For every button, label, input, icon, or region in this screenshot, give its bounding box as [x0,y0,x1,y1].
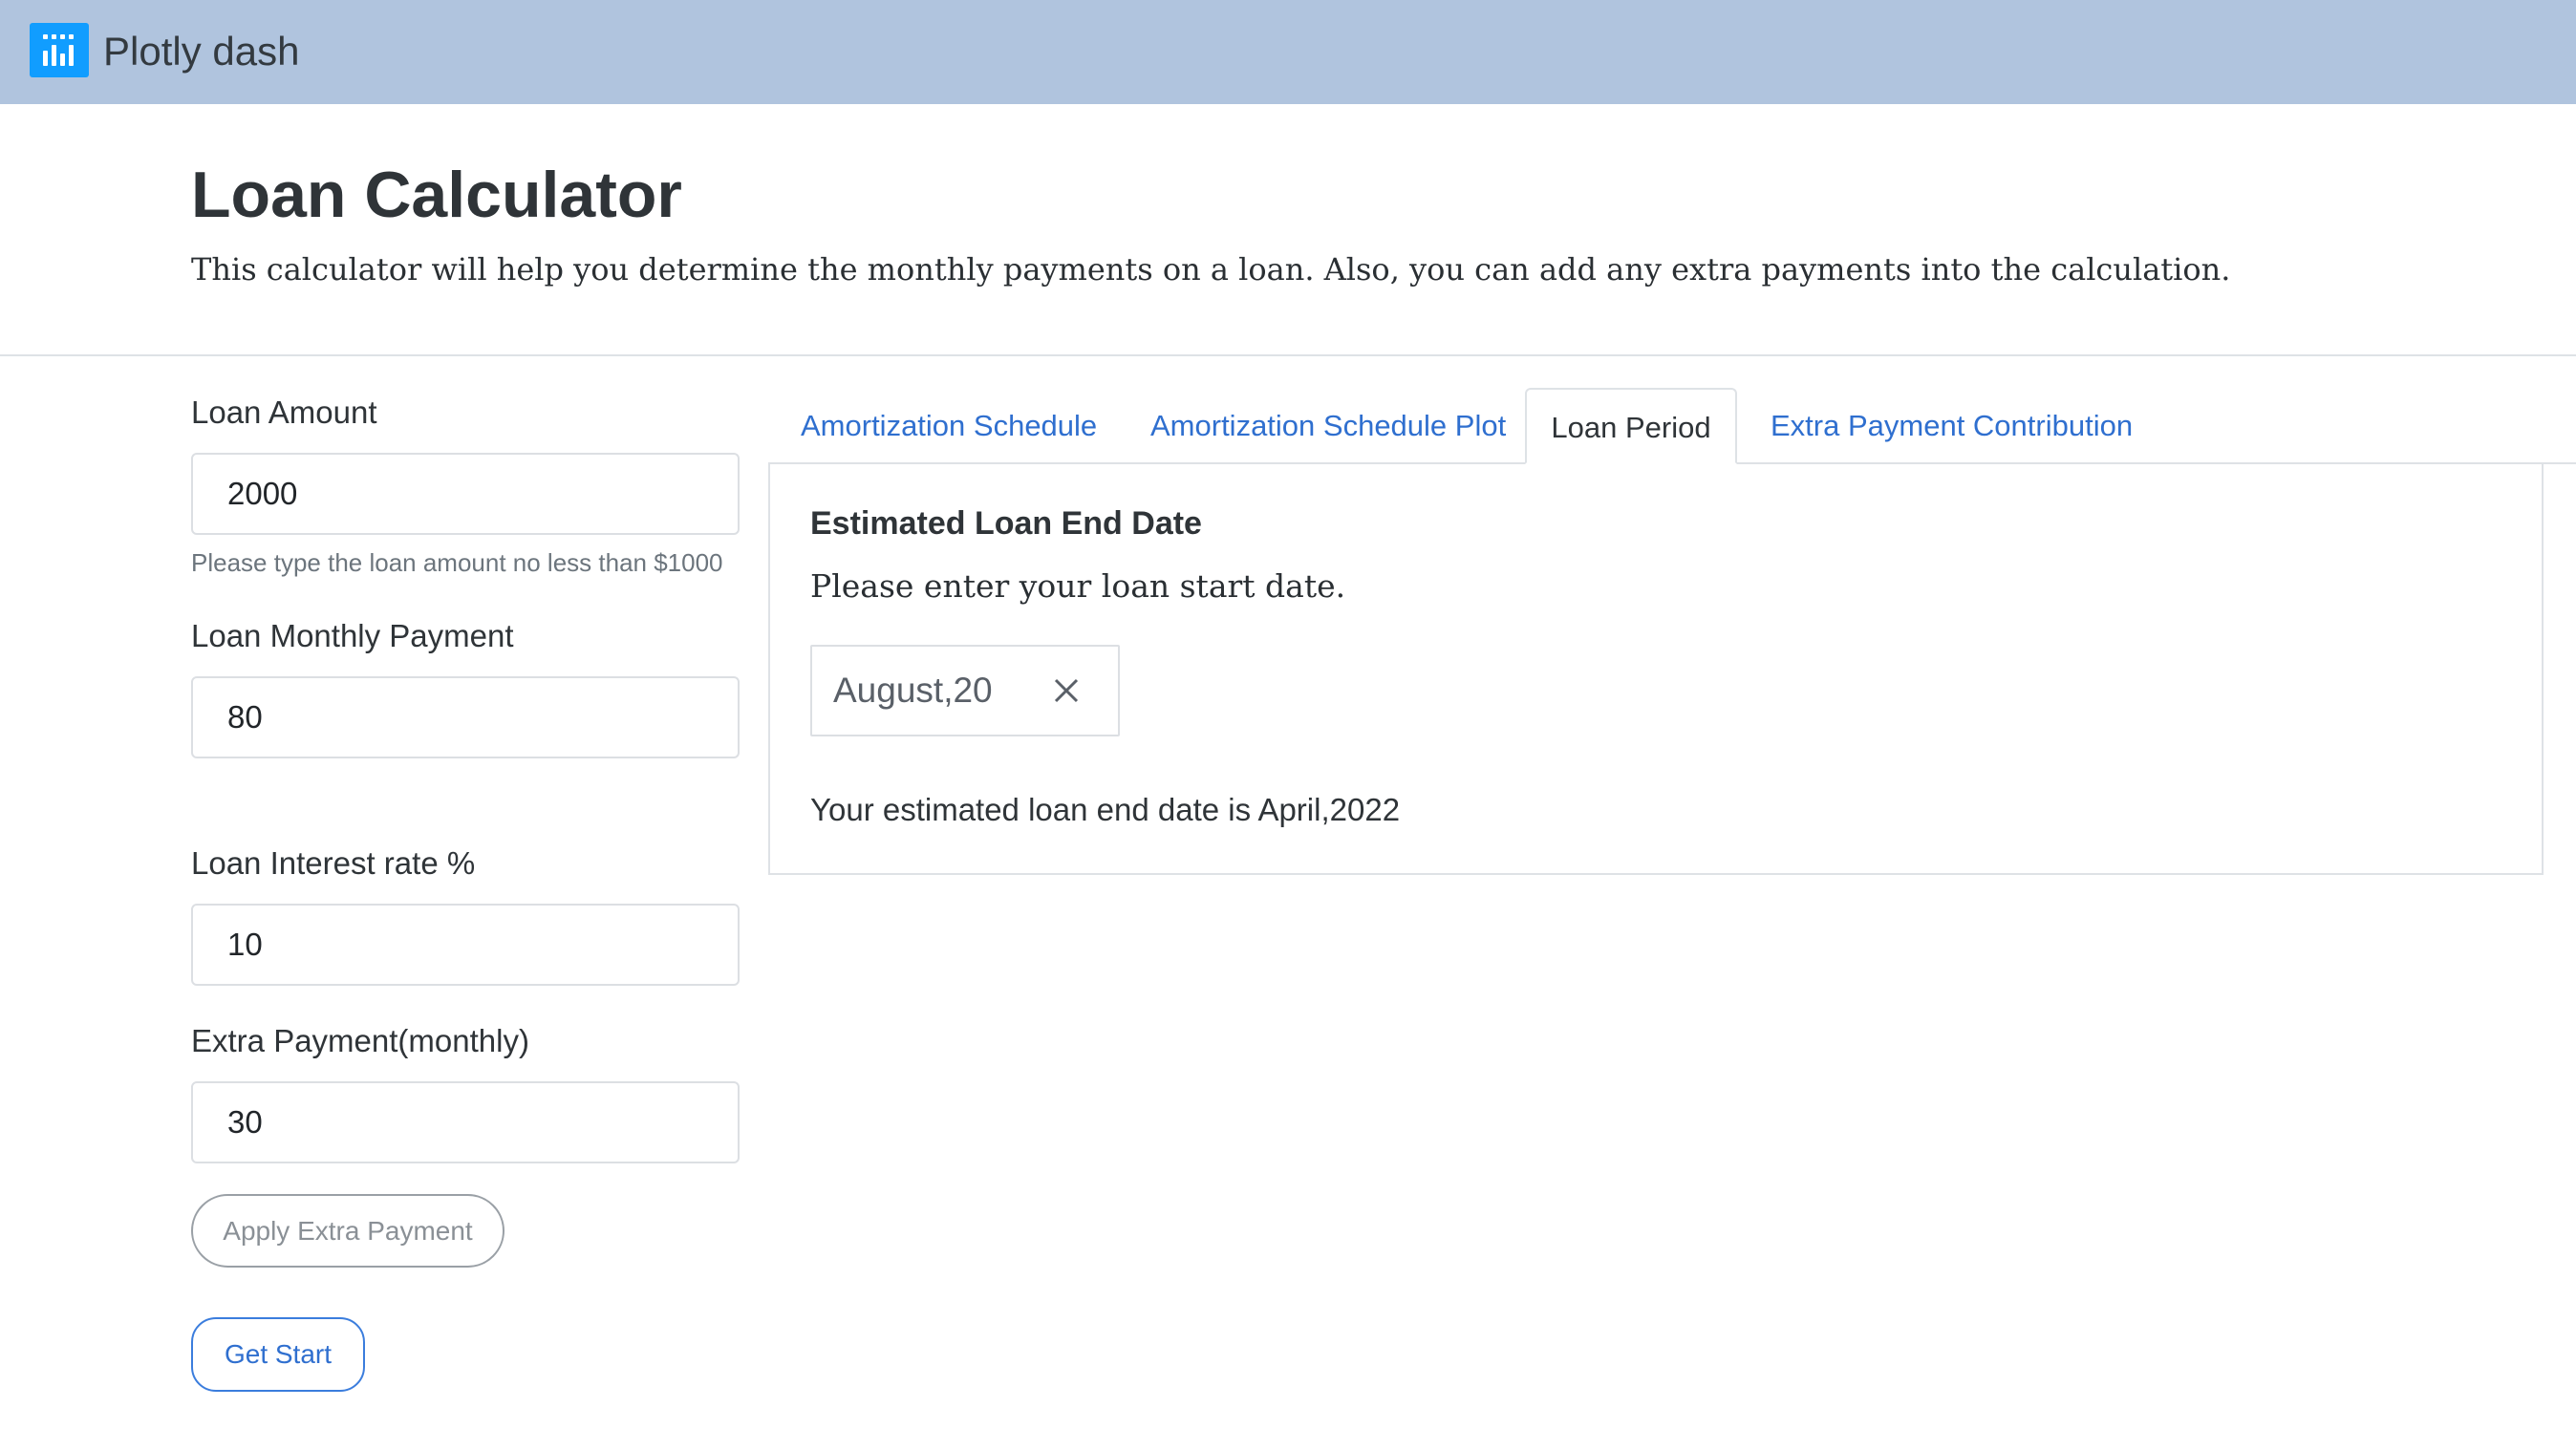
close-icon[interactable] [1051,675,1082,706]
apply-extra-payment-button[interactable]: Apply Extra Payment [191,1194,504,1268]
plotly-dash-logo-icon[interactable] [30,23,89,77]
monthly-payment-input[interactable]: 80 [191,676,740,758]
date-picker-value[interactable]: August,20 [833,647,993,735]
loan-amount-help-text: Please type the loan amount no less than… [191,548,723,577]
page-description: This calculator will help you determine … [191,251,2231,288]
panel-prompt: Please enter your loan start date. [810,567,1346,605]
page-title: Loan Calculator [191,159,682,231]
loan-amount-input[interactable]: 2000 [191,453,740,535]
tab-amortization-schedule[interactable]: Amortization Schedule [801,388,1097,464]
brand-name[interactable]: Plotly dash [103,25,299,78]
loan-period-panel: Estimated Loan End Date Please enter you… [768,464,2544,875]
extra-payment-input[interactable]: 30 [191,1081,740,1163]
extra-payment-label: Extra Payment(monthly) [191,1023,529,1058]
tabs-bar: Amortization Schedule Amortization Sched… [768,388,2576,464]
interest-rate-input[interactable]: 10 [191,904,740,986]
tab-amortization-schedule-plot[interactable]: Amortization Schedule Plot [1150,388,1506,464]
monthly-payment-label: Loan Monthly Payment [191,618,514,653]
tab-loan-period[interactable]: Loan Period [1525,388,1737,464]
loan-start-date-picker[interactable]: August,20 [810,645,1120,736]
tab-extra-payment-contribution[interactable]: Extra Payment Contribution [1771,388,2133,464]
panel-title: Estimated Loan End Date [810,505,1202,542]
top-navbar: Plotly dash [0,0,2576,104]
header-divider [0,354,2576,356]
loan-amount-label: Loan Amount [191,395,377,430]
get-start-button[interactable]: Get Start [191,1317,365,1392]
interest-rate-label: Loan Interest rate % [191,845,476,881]
estimated-end-date-text: Your estimated loan end date is April,20… [810,792,1401,827]
